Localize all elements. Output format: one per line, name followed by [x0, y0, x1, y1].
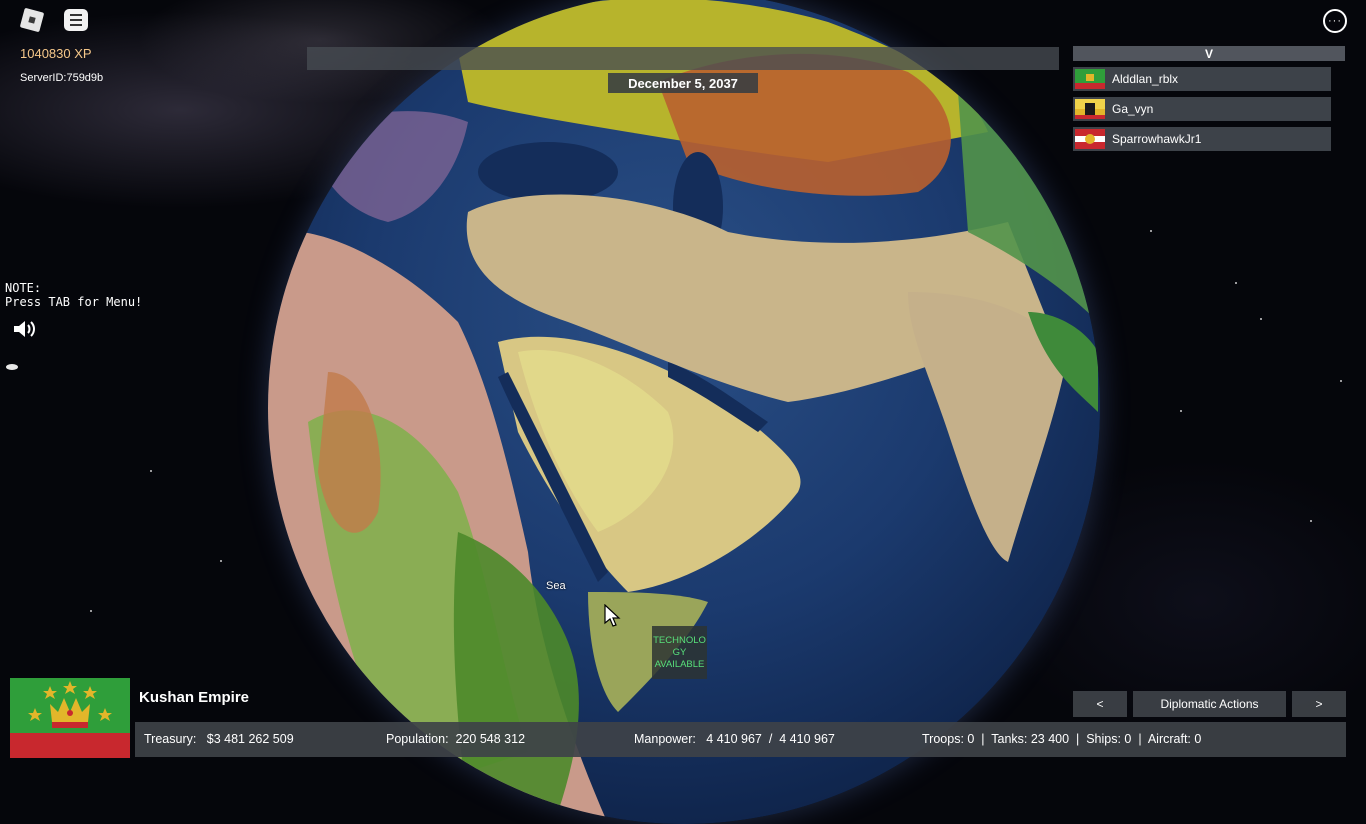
country-flag-graphic: [10, 678, 130, 758]
chat-icon[interactable]: [64, 9, 88, 31]
menu-note: NOTE: Press TAB for Menu!: [5, 281, 142, 309]
star: [1150, 230, 1152, 232]
diplomatic-actions-button[interactable]: Diplomatic Actions: [1133, 691, 1286, 717]
star: [150, 470, 152, 472]
next-action-button[interactable]: >: [1292, 691, 1346, 717]
player-row[interactable]: Ga_vyn: [1073, 97, 1331, 121]
star: [1260, 318, 1262, 320]
star: [1340, 380, 1342, 382]
population-value: 220 548 312: [455, 732, 526, 746]
player-row[interactable]: SparrowhawkJr1: [1073, 127, 1331, 151]
speaker-icon[interactable]: [12, 318, 38, 340]
note-text: Press TAB for Menu!: [5, 295, 143, 309]
treasury-stat: Treasury: $3 481 262 509: [144, 732, 294, 746]
country-stats-bar: Treasury: $3 481 262 509 Population: 220…: [135, 722, 1346, 757]
treasury-label: Treasury:: [144, 732, 197, 746]
population-label: Population:: [386, 732, 449, 746]
military-stat: Troops: 0 | Tanks: 23 400 | Ships: 0 | A…: [922, 732, 1202, 746]
player-name: Alddlan_rblx: [1112, 72, 1179, 86]
technology-notice-text: TECHNOLO GY AVAILABLE: [653, 634, 706, 670]
country-flag[interactable]: [10, 678, 130, 758]
star: [1235, 282, 1237, 284]
game-date: December 5, 2037: [608, 73, 758, 93]
star: [90, 610, 92, 612]
xp-counter: 1040830 XP: [20, 46, 92, 61]
indicator-dot: [6, 364, 18, 370]
star: [220, 560, 222, 562]
server-id: ServerID:759d9b: [20, 72, 104, 84]
player-name: SparrowhawkJr1: [1112, 132, 1202, 146]
treasury-value: $3 481 262 509: [206, 732, 294, 746]
manpower-label: Manpower:: [634, 732, 696, 746]
player-flag: [1075, 69, 1105, 89]
country-name: Kushan Empire: [139, 689, 250, 706]
previous-action-button[interactable]: <: [1073, 691, 1127, 717]
manpower-stat: Manpower: 4 410 967 / 4 410 967: [634, 732, 835, 746]
player-flag: [1075, 99, 1105, 119]
mouse-cursor-icon: [604, 604, 621, 627]
more-options-icon[interactable]: ···: [1323, 9, 1347, 33]
note-label: NOTE:: [5, 281, 42, 295]
player-name: Ga_vyn: [1112, 102, 1154, 116]
top-status-bar: [307, 47, 1059, 70]
map-label-sea: Sea: [546, 580, 566, 592]
population-stat: Population: 220 548 312: [386, 732, 525, 746]
player-row[interactable]: Alddlan_rblx: [1073, 67, 1331, 91]
technology-available-notice[interactable]: TECHNOLO GY AVAILABLE: [652, 626, 707, 679]
player-list-toggle[interactable]: V: [1073, 46, 1345, 61]
star: [1180, 410, 1182, 412]
manpower-value: 4 410 967 / 4 410 967: [706, 732, 835, 746]
globe-land-shapes: [268, 0, 1098, 824]
star: [1310, 520, 1312, 522]
globe-map[interactable]: [268, 0, 1100, 824]
player-flag: [1075, 129, 1105, 149]
